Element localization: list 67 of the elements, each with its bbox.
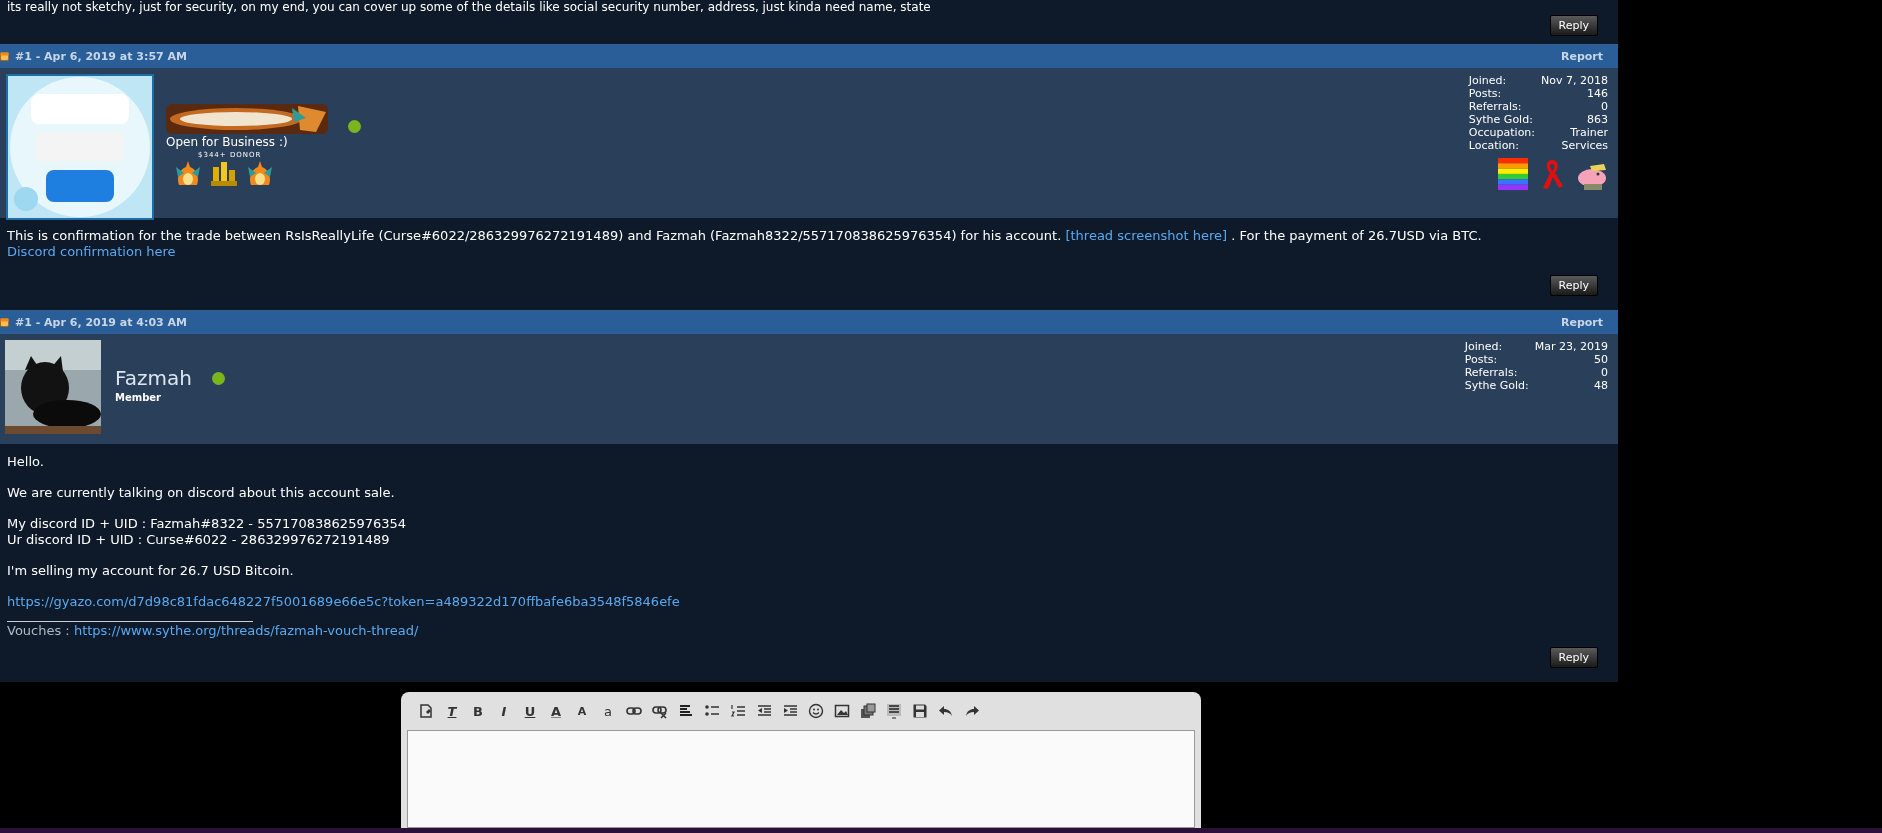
link[interactable]: Discord confirmation here [7, 244, 176, 259]
stat-value: 146 [1586, 87, 1608, 100]
message-text: This is confirmation for the trade between RsIsReallyLife (Curse#6022/286329976272191489) and Fazmah (Fazmah8322/557170838625976354) for his account. [thread screenshot here] . For the payment of 26.7USD via BTC. Discord confirmation here [7, 228, 1483, 260]
stat-value: Services [1560, 139, 1608, 152]
stat-value: 0 [1600, 100, 1608, 113]
post-icon [0, 318, 9, 327]
user-title: Open for Business :) [166, 134, 289, 149]
image-icon[interactable] [834, 703, 850, 719]
link[interactable]: https://gyazo.com/d7d98c81fdac648227f5001689e66e5c?token=a489322d170ffbafe6ba3548f5846efe [7, 594, 680, 609]
outdent-icon[interactable] [756, 703, 772, 719]
text-color-button[interactable]: A [545, 703, 567, 719]
numbered-list-icon[interactable] [730, 703, 746, 719]
signature-text: Vouches : [7, 623, 71, 638]
ribbon-icon [1540, 158, 1564, 190]
font-button[interactable]: a [597, 703, 619, 719]
stat-value: Nov 7, 2018 [1541, 74, 1608, 87]
message-text: Ur discord ID + UID : Curse#6022 - 286329976272191489 [7, 532, 391, 548]
font-size-button[interactable]: A [571, 704, 593, 718]
smiley-icon[interactable] [808, 703, 824, 719]
stat-label: Referrals: [1464, 366, 1519, 379]
link[interactable]: [thread screenshot here] [1065, 228, 1228, 243]
stat-label: Posts: [1464, 353, 1499, 366]
source-icon[interactable] [418, 703, 434, 719]
stat-label: Sythe Gold: [1464, 379, 1529, 392]
stat-label: Posts: [1468, 87, 1503, 100]
message-text: its really not sketchy, just for security, on my end, you can cover up some of the details like social security number, address, just kinda need name, state [7, 0, 932, 15]
bold-button[interactable]: B [467, 703, 489, 719]
reply-button[interactable]: Reply [1549, 275, 1598, 296]
reply-button[interactable]: Reply [1549, 647, 1598, 668]
stat-value: 863 [1586, 113, 1608, 126]
save-icon[interactable] [912, 703, 928, 719]
stat-label: Location: [1468, 139, 1521, 152]
list-icon[interactable] [886, 703, 902, 719]
post-permalink[interactable]: #1 - Apr 6, 2019 at 3:57 AM [15, 50, 187, 63]
align-left-icon[interactable] [678, 703, 694, 719]
message-text: We are currently talking on discord about this account sale. [7, 485, 396, 501]
stat-label: Sythe Gold: [1468, 113, 1534, 126]
unlink-icon[interactable] [652, 703, 668, 719]
stat-label: Referrals: [1468, 100, 1523, 113]
rainbow-flag-icon [1498, 158, 1528, 190]
stat-label: Joined: [1464, 340, 1504, 353]
message-text: Hello. [7, 454, 45, 470]
message-text: I'm selling my account for 26.7 USD Bitcoin. [7, 563, 295, 579]
stat-value: 50 [1593, 353, 1608, 366]
stat-label: Joined: [1468, 74, 1508, 87]
stat-value: 48 [1593, 379, 1608, 392]
stat-label: Occupation: [1468, 126, 1536, 139]
bulleted-list-icon[interactable] [704, 703, 720, 719]
report-link[interactable]: Report [1560, 316, 1603, 329]
bar-stack-icon [210, 159, 238, 187]
stat-value: Trainer [1569, 126, 1608, 139]
clear-format-button[interactable]: T [441, 703, 463, 719]
stat-value: 0 [1600, 366, 1608, 379]
post-permalink[interactable]: #1 - Apr 6, 2019 at 4:03 AM [15, 316, 187, 329]
username[interactable]: Fazmah [115, 366, 192, 390]
reply-button[interactable]: Reply [1549, 15, 1598, 36]
report-link[interactable]: Report [1560, 50, 1603, 63]
indent-icon[interactable] [782, 703, 798, 719]
stacked-squares-icon[interactable] [860, 703, 876, 719]
underline-button[interactable]: U [519, 703, 541, 719]
message-input-field[interactable] [407, 730, 1195, 828]
user-title: Member [115, 392, 163, 403]
message-text: My discord ID + UID : Fazmah#8322 - 557170838625976354 [7, 516, 408, 532]
stat-value: Mar 23, 2019 [1534, 340, 1608, 353]
link[interactable]: https://www.sythe.org/threads/fazmah-vouch-thread/ [73, 623, 419, 638]
italic-button[interactable]: I [493, 703, 515, 719]
post-icon [0, 52, 9, 61]
